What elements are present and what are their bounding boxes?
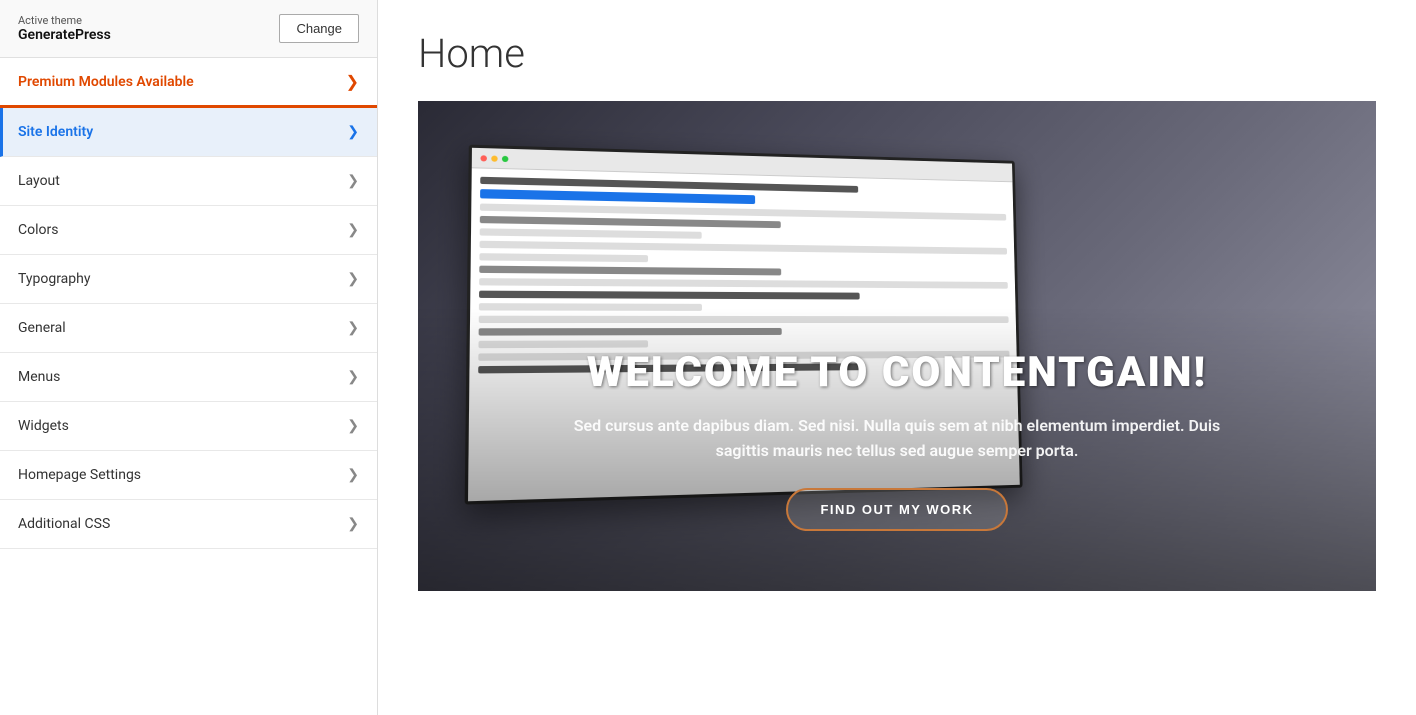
sidebar-item-label: Widgets	[18, 418, 69, 434]
sidebar-item-label: Colors	[18, 222, 58, 238]
chevron-icon: ❯	[347, 271, 359, 287]
chevron-icon: ❯	[347, 173, 359, 189]
screen-line	[479, 278, 1007, 289]
screen-line	[479, 291, 859, 300]
active-theme-name: GeneratePress	[18, 27, 111, 43]
sidebar-item-additional-css[interactable]: Additional CSS ❯	[0, 500, 377, 549]
hero-subtext: Sed cursus ante dapibus diam. Sed nisi. …	[547, 413, 1247, 464]
page-title: Home	[418, 30, 1376, 77]
browser-dot-green	[502, 155, 508, 161]
premium-modules-banner[interactable]: Premium Modules Available ❯	[0, 58, 377, 108]
chevron-icon: ❯	[347, 369, 359, 385]
chevron-icon: ❯	[347, 467, 359, 483]
sidebar-item-label: Site Identity	[18, 124, 93, 140]
sidebar-item-homepage-settings[interactable]: Homepage Settings ❯	[0, 451, 377, 500]
sidebar-item-label: Menus	[18, 369, 60, 385]
screen-line	[480, 228, 702, 238]
screen-line	[479, 253, 648, 262]
sidebar: Active theme GeneratePress Change Premiu…	[0, 0, 378, 715]
main-content: Home	[378, 0, 1416, 715]
hero-cta: FIND OUT MY WORK	[478, 488, 1316, 531]
hero-headline: WELCOME TO CONTENTGAIN!	[478, 348, 1316, 397]
sidebar-item-menus[interactable]: Menus ❯	[0, 353, 377, 402]
browser-dot-yellow	[491, 155, 497, 161]
sidebar-item-label: Additional CSS	[18, 516, 110, 532]
premium-chevron-icon: ❯	[346, 72, 359, 91]
sidebar-item-label: General	[18, 320, 66, 336]
screen-line	[480, 189, 755, 204]
sidebar-items-list: Site Identity ❯ Layout ❯ Colors ❯ Typogr…	[0, 108, 377, 549]
chevron-icon: ❯	[347, 320, 359, 336]
sidebar-item-label: Layout	[18, 173, 60, 189]
browser-dot-red	[480, 155, 487, 161]
sidebar-item-label: Typography	[18, 271, 90, 287]
sidebar-item-label: Homepage Settings	[18, 467, 141, 483]
change-theme-button[interactable]: Change	[279, 14, 359, 43]
hero-overlay: WELCOME TO CONTENTGAIN! Sed cursus ante …	[418, 308, 1376, 591]
active-theme-bar: Active theme GeneratePress Change	[0, 0, 377, 58]
screen-line	[480, 241, 1007, 255]
sidebar-item-typography[interactable]: Typography ❯	[0, 255, 377, 304]
hero-section: WELCOME TO CONTENTGAIN! Sed cursus ante …	[418, 101, 1376, 591]
active-theme-info: Active theme GeneratePress	[18, 14, 111, 43]
premium-banner-text: Premium Modules Available	[18, 74, 194, 90]
sidebar-item-site-identity[interactable]: Site Identity ❯	[0, 108, 377, 157]
sidebar-item-widgets[interactable]: Widgets ❯	[0, 402, 377, 451]
chevron-icon: ❯	[347, 124, 359, 140]
screen-line	[480, 216, 781, 228]
sidebar-item-layout[interactable]: Layout ❯	[0, 157, 377, 206]
find-out-my-work-button[interactable]: FIND OUT MY WORK	[786, 488, 1007, 531]
active-theme-label: Active theme	[18, 14, 111, 27]
chevron-icon: ❯	[347, 222, 359, 238]
chevron-icon: ❯	[347, 516, 359, 532]
sidebar-item-colors[interactable]: Colors ❯	[0, 206, 377, 255]
screen-line	[479, 266, 781, 276]
chevron-icon: ❯	[347, 418, 359, 434]
sidebar-item-general[interactable]: General ❯	[0, 304, 377, 353]
